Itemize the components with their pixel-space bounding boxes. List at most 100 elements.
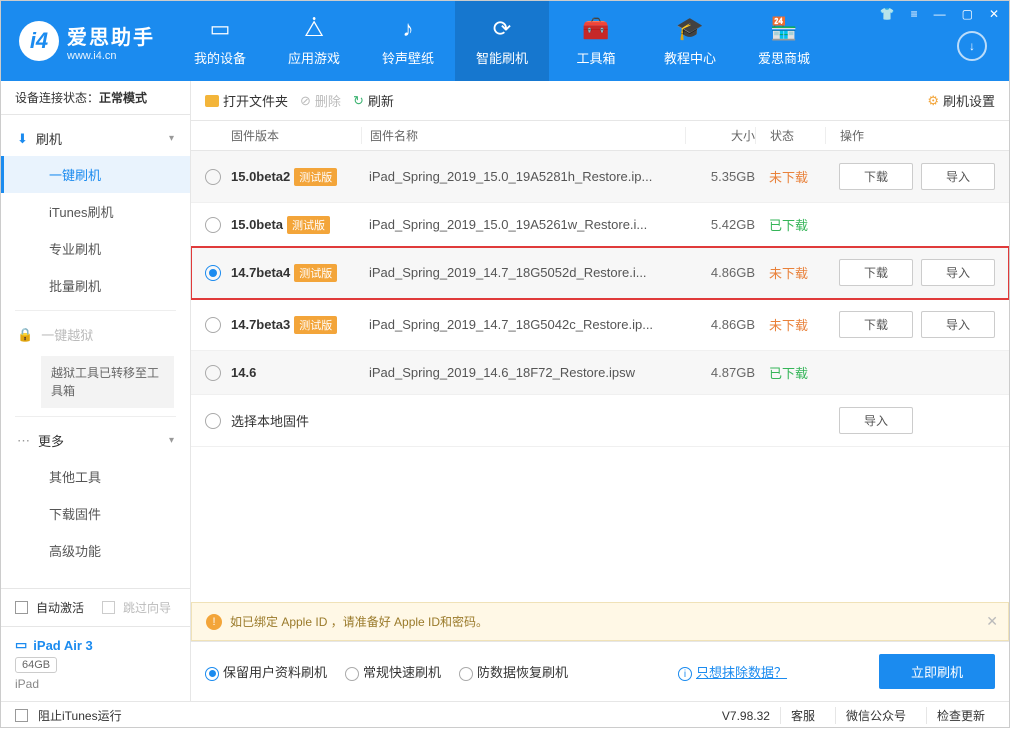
maximize-icon[interactable]: ▢	[958, 5, 977, 23]
flash-now-button[interactable]: 立即刷机	[879, 654, 995, 689]
info-icon: i	[678, 667, 692, 681]
sidebar-head-flash[interactable]: ⬇ 刷机 ▾	[1, 121, 190, 156]
lock-icon: 🔒	[17, 327, 33, 343]
table-row[interactable]: 14.6iPad_Spring_2019_14.6_18F72_Restore.…	[191, 351, 1009, 395]
connection-status: 设备连接状态：正常模式	[1, 81, 190, 115]
refresh-icon: ↻	[353, 93, 364, 109]
alert-close-button[interactable]: ✕	[986, 613, 998, 630]
table-row[interactable]: 15.0beta2测试版iPad_Spring_2019_15.0_19A528…	[191, 151, 1009, 203]
chevron-down-icon: ▾	[169, 435, 174, 446]
col-size: 大小	[685, 127, 755, 144]
close-icon[interactable]: ✕	[985, 5, 1003, 23]
wechat-button[interactable]: 微信公众号	[835, 707, 916, 724]
jailbreak-note: 越狱工具已转移至工具箱	[41, 356, 174, 408]
footer: 阻止iTunes运行 V7.98.32 客服 微信公众号 检查更新	[1, 701, 1009, 729]
window-controls: 👕 ≡ — ▢ ✕	[876, 5, 1003, 23]
opt-keep-data[interactable]: 保留用户资料刷机	[205, 662, 327, 681]
nav-toolbox[interactable]: 🧰工具箱	[549, 1, 643, 81]
storage-badge: 64GB	[15, 657, 57, 673]
table-row[interactable]: 15.0beta测试版iPad_Spring_2019_15.0_19A5261…	[191, 203, 1009, 247]
book-icon: 🎓	[676, 16, 703, 42]
col-status: 状态	[755, 127, 825, 144]
sidebar-item-advanced[interactable]: 高级功能	[1, 532, 190, 569]
row-radio[interactable]	[205, 169, 221, 185]
main-panel: 打开文件夹 ⊘删除 ↻刷新 ⚙刷机设置 固件版本 固件名称 大小 状态 操作 1…	[191, 81, 1009, 701]
sidebar: 设备连接状态：正常模式 ⬇ 刷机 ▾ 一键刷机 iTunes刷机 专业刷机 批量…	[1, 81, 191, 701]
refresh-button[interactable]: ↻刷新	[353, 91, 394, 110]
logo-icon: i4	[19, 21, 59, 61]
tablet-icon: ▭	[15, 637, 27, 653]
row-radio[interactable]	[205, 413, 221, 429]
nav-store[interactable]: 🏪爱思商城	[737, 1, 831, 81]
nav-flash[interactable]: ⟳智能刷机	[455, 1, 549, 81]
auto-activate-row: 自动激活 跳过向导	[1, 589, 190, 626]
flash-icon: ⬇	[17, 131, 28, 147]
tshirt-icon[interactable]: 👕	[876, 5, 899, 23]
check-update-button[interactable]: 检查更新	[926, 707, 995, 724]
nav-my-device[interactable]: ▭我的设备	[173, 1, 267, 81]
sidebar-item-oneclick[interactable]: 一键刷机	[1, 156, 190, 193]
auto-activate-checkbox[interactable]	[15, 601, 28, 614]
refresh-icon: ⟳	[493, 16, 511, 42]
table-row-local[interactable]: 选择本地固件导入	[191, 395, 1009, 447]
table-row[interactable]: 14.7beta3测试版iPad_Spring_2019_14.7_18G504…	[191, 299, 1009, 351]
import-button[interactable]: 导入	[921, 311, 995, 338]
sidebar-head-jailbreak: 🔒 一键越狱	[1, 317, 190, 352]
version-label: V7.98.32	[722, 709, 770, 723]
import-button[interactable]: 导入	[921, 163, 995, 190]
block-itunes-checkbox[interactable]	[15, 709, 28, 722]
device-type: iPad	[15, 677, 176, 691]
sidebar-item-batch[interactable]: 批量刷机	[1, 267, 190, 304]
download-button[interactable]: 下载	[839, 163, 913, 190]
app-title: 爱思助手	[67, 21, 155, 50]
gear-icon: ⚙	[927, 93, 939, 109]
table-row[interactable]: 14.7beta4测试版iPad_Spring_2019_14.7_18G505…	[191, 247, 1009, 299]
download-button[interactable]: 下载	[839, 311, 913, 338]
settings-button[interactable]: ⚙刷机设置	[927, 91, 995, 110]
download-button[interactable]: 下载	[839, 259, 913, 286]
nav-apps[interactable]: ⧊应用游戏	[267, 1, 361, 81]
row-radio[interactable]	[205, 217, 221, 233]
col-ops: 操作	[825, 127, 995, 144]
sidebar-item-download[interactable]: 下载固件	[1, 495, 190, 532]
sidebar-item-other[interactable]: 其他工具	[1, 458, 190, 495]
row-radio[interactable]	[205, 317, 221, 333]
menu-icon[interactable]: ≡	[907, 5, 922, 23]
beta-badge: 测试版	[287, 216, 330, 234]
open-folder-button[interactable]: 打开文件夹	[205, 91, 288, 110]
apps-icon: ⧊	[304, 16, 324, 42]
toolbar: 打开文件夹 ⊘删除 ↻刷新 ⚙刷机设置	[191, 81, 1009, 121]
phone-icon: ▭	[210, 16, 231, 42]
nav-tutorial[interactable]: 🎓教程中心	[643, 1, 737, 81]
flash-options: 保留用户资料刷机 常规快速刷机 防数据恢复刷机 i只想抹除数据？ 立即刷机	[191, 641, 1009, 701]
beta-badge: 测试版	[294, 316, 337, 334]
main-nav: ▭我的设备 ⧊应用游戏 ♪铃声壁纸 ⟳智能刷机 🧰工具箱 🎓教程中心 🏪爱思商城	[173, 1, 831, 81]
delete-button[interactable]: ⊘删除	[300, 91, 341, 110]
import-button[interactable]: 导入	[839, 407, 913, 434]
firmware-list: 15.0beta2测试版iPad_Spring_2019_15.0_19A528…	[191, 151, 1009, 602]
beta-badge: 测试版	[294, 168, 337, 186]
nav-ringtone[interactable]: ♪铃声壁纸	[361, 1, 455, 81]
more-icon: ⋯	[17, 433, 30, 449]
minimize-icon[interactable]: —	[930, 5, 950, 23]
opt-recover[interactable]: 防数据恢复刷机	[459, 662, 568, 681]
row-radio[interactable]	[205, 265, 221, 281]
logo: i4 爱思助手 www.i4.cn	[1, 1, 173, 81]
music-icon: ♪	[403, 16, 414, 42]
opt-normal[interactable]: 常规快速刷机	[345, 662, 441, 681]
folder-icon	[205, 95, 219, 107]
sidebar-item-pro[interactable]: 专业刷机	[1, 230, 190, 267]
download-circle-button[interactable]: ↓	[957, 31, 987, 61]
service-button[interactable]: 客服	[780, 707, 825, 724]
warning-icon: !	[206, 614, 222, 630]
chevron-down-icon: ▾	[169, 133, 174, 144]
sidebar-item-itunes[interactable]: iTunes刷机	[1, 193, 190, 230]
row-radio[interactable]	[205, 365, 221, 381]
erase-only-link[interactable]: i只想抹除数据？	[678, 662, 787, 681]
import-button[interactable]: 导入	[921, 259, 995, 286]
sidebar-head-more[interactable]: ⋯ 更多 ▾	[1, 423, 190, 458]
skip-guide-checkbox[interactable]	[102, 601, 115, 614]
delete-icon: ⊘	[300, 93, 311, 109]
col-name: 固件名称	[361, 127, 685, 144]
appleid-alert: ! 如已绑定 Apple ID ，请准备好 Apple ID和密码。 ✕	[191, 602, 1009, 641]
